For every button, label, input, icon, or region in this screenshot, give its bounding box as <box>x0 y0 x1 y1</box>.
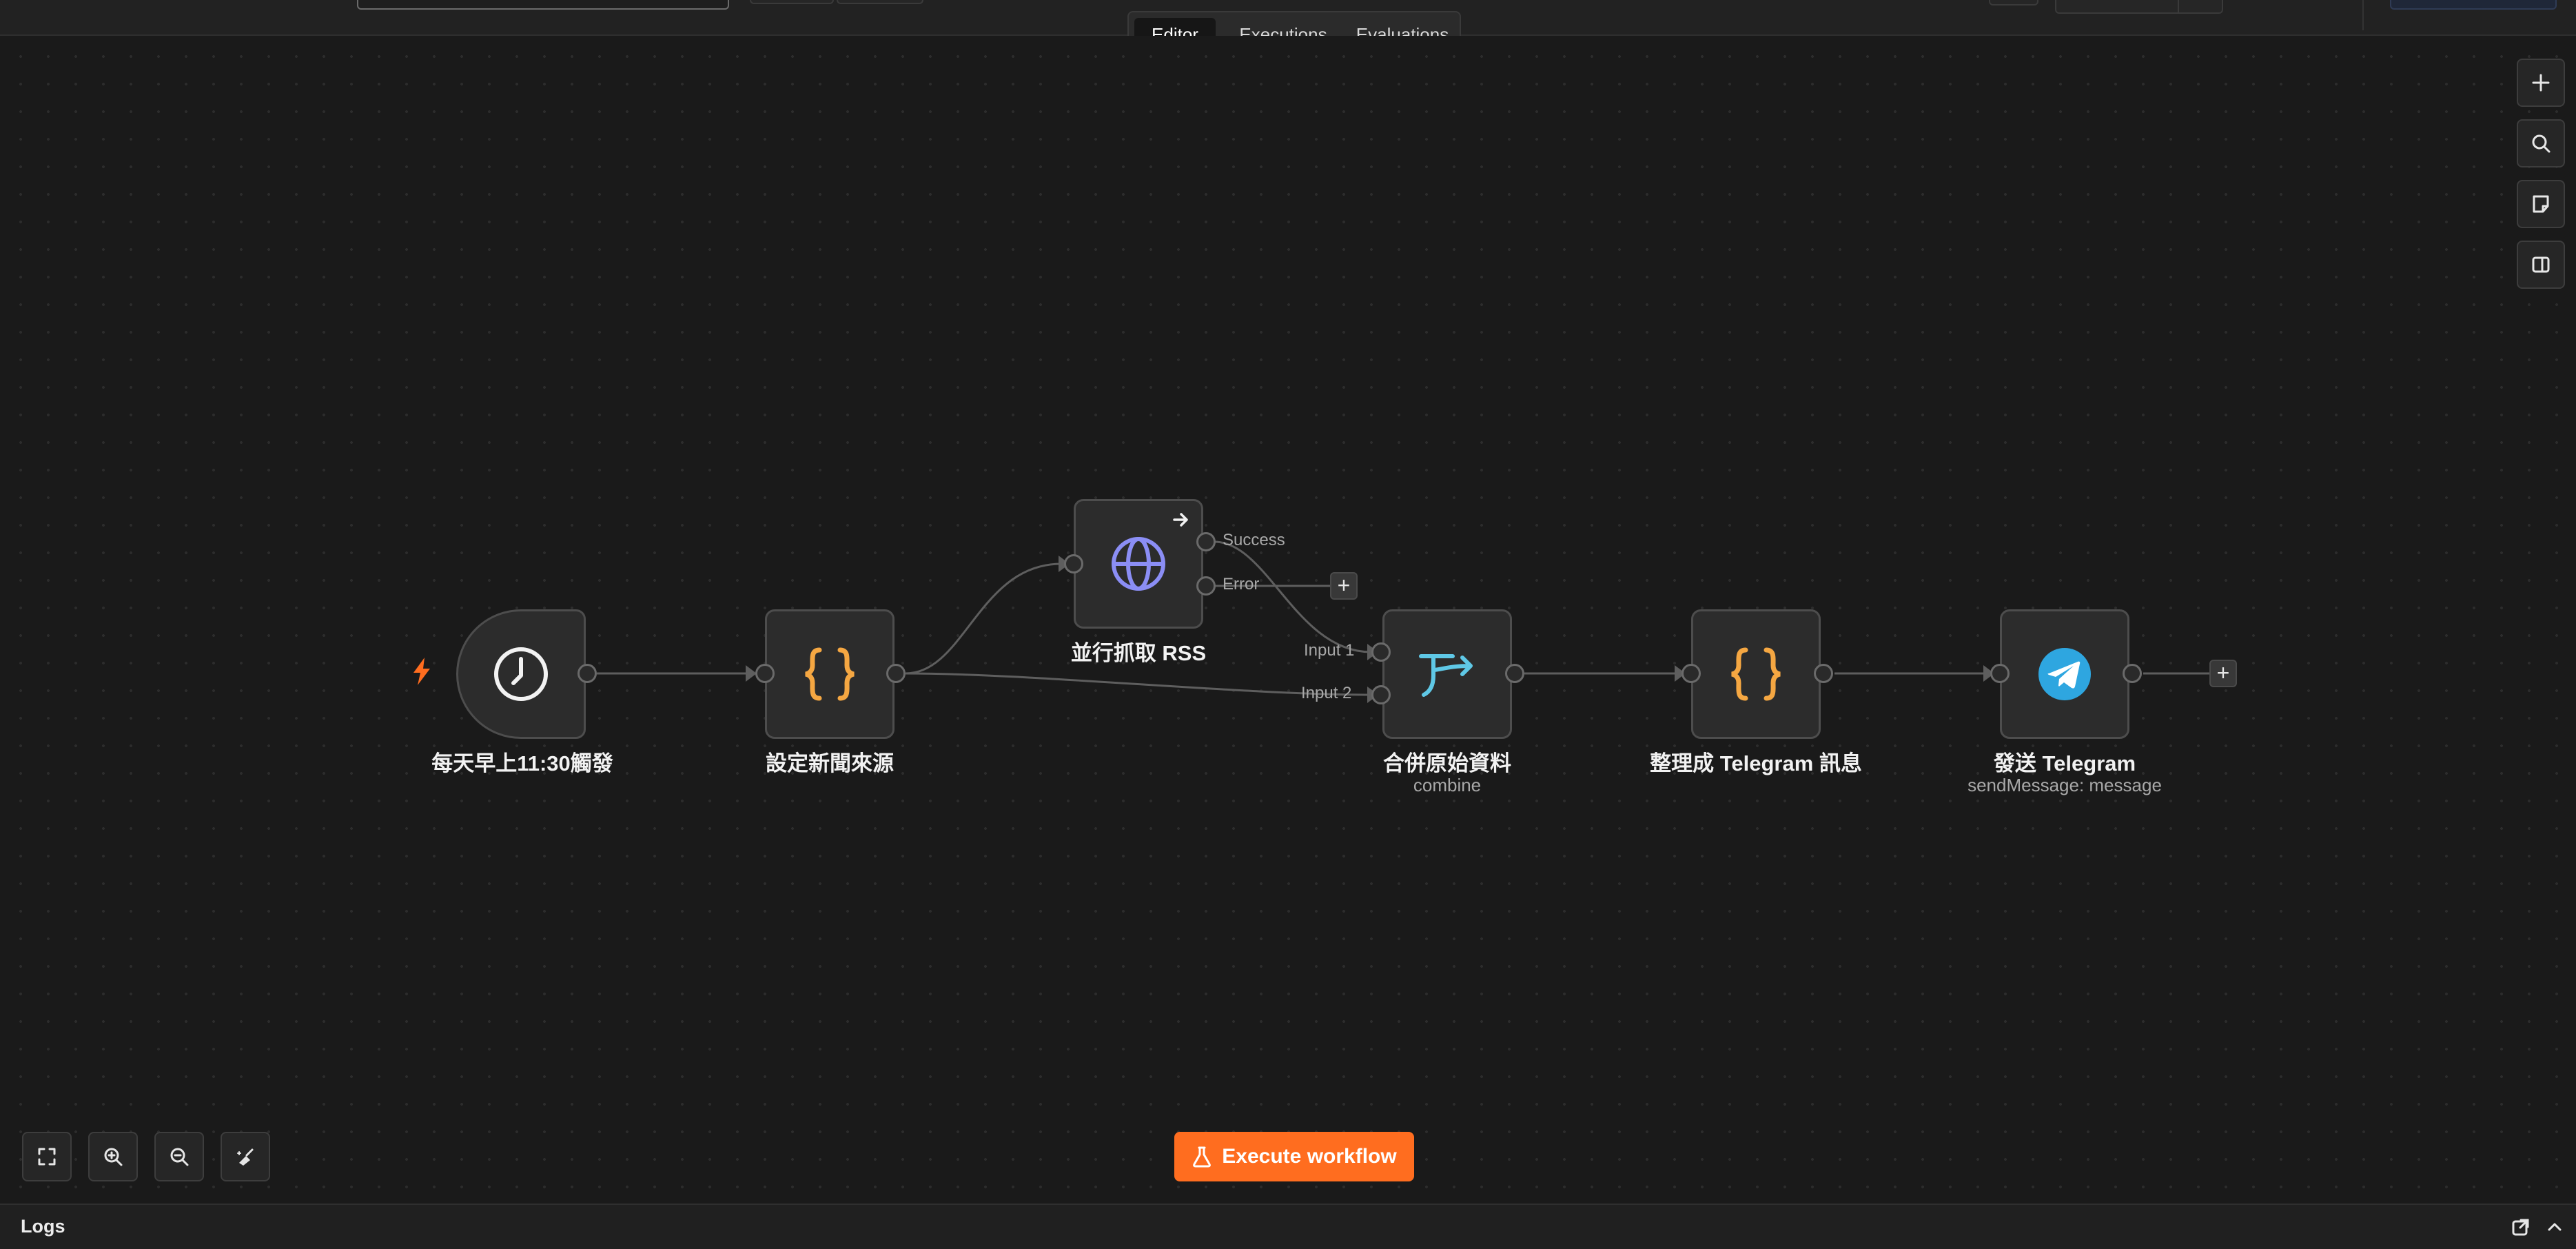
fit-view-icon <box>38 1148 56 1166</box>
add-node-button[interactable]: + <box>1330 572 1358 600</box>
zoom-out-button[interactable] <box>154 1132 204 1181</box>
clock-icon <box>494 647 548 701</box>
tidy-up-icon <box>237 1148 254 1166</box>
workflow-tag-button[interactable] <box>837 0 923 4</box>
input-handle[interactable] <box>1681 664 1701 683</box>
port-label-error: Error <box>1223 575 1260 593</box>
node-fetch-rss[interactable] <box>1074 499 1203 629</box>
add-node-button[interactable]: + <box>2209 660 2237 687</box>
pop-out-icon[interactable] <box>2511 1217 2531 1237</box>
flask-icon <box>1193 1146 1212 1168</box>
plus-icon: + <box>2216 660 2230 685</box>
input-handle-2[interactable] <box>1371 685 1391 704</box>
execute-workflow-label: Execute workflow <box>1222 1145 1397 1168</box>
node-format-telegram-message[interactable] <box>1691 609 1821 739</box>
zoom-in-icon <box>104 1148 123 1166</box>
node-label: 設定新聞來源 <box>766 751 894 775</box>
header-action-button[interactable] <box>1989 0 2038 6</box>
output-handle[interactable] <box>1814 664 1833 683</box>
output-handle[interactable] <box>886 664 906 683</box>
add-sticky-note-button[interactable] <box>2517 180 2565 228</box>
input-handle-1[interactable] <box>1371 642 1391 662</box>
fit-view-button[interactable] <box>22 1132 72 1181</box>
header-divider <box>2362 0 2364 30</box>
workflow-canvas[interactable]: 每天早上11:30觸發 設定新聞來源 Success Error + 並行抓取 … <box>0 36 2576 1204</box>
node-schedule-trigger[interactable] <box>456 609 586 739</box>
workflow-name-input[interactable] <box>357 0 729 10</box>
port-label-input-2: Input 2 <box>1301 684 1352 702</box>
output-handle[interactable] <box>577 664 597 683</box>
input-handle[interactable] <box>1990 664 2010 683</box>
node-merge-raw-data[interactable] <box>1382 609 1512 739</box>
code-braces-icon <box>805 647 855 701</box>
execute-workflow-button[interactable]: Execute workflow <box>1174 1132 1414 1181</box>
node-subtitle: sendMessage: message <box>1967 775 2162 795</box>
header-primary-button[interactable] <box>2390 0 2557 10</box>
globe-icon <box>1112 537 1165 591</box>
node-label: 並行抓取 RSS <box>1070 641 1207 665</box>
node-label: 發送 Telegram <box>1993 751 2136 775</box>
sticky-note-icon <box>2533 195 2549 213</box>
input-handle[interactable] <box>1064 554 1083 573</box>
output-handle-success[interactable] <box>1196 532 1216 551</box>
node-set-news-sources[interactable] <box>765 609 895 739</box>
toggle-panel-button[interactable] <box>2517 241 2565 289</box>
arrow-right-icon <box>1173 513 1188 527</box>
logs-title: Logs <box>21 1216 65 1237</box>
chevron-up-icon[interactable] <box>2546 1219 2564 1235</box>
output-handle[interactable] <box>2123 664 2142 683</box>
merge-icon <box>1419 654 1473 697</box>
logs-panel-bar[interactable]: Logs <box>0 1204 2576 1249</box>
port-label-success: Success <box>1223 531 1285 549</box>
zoom-out-icon <box>170 1148 189 1166</box>
tidy-up-button[interactable] <box>221 1132 270 1181</box>
output-handle[interactable] <box>1505 664 1524 683</box>
search-nodes-button[interactable] <box>2517 119 2565 167</box>
add-node-panel-button[interactable] <box>2517 59 2565 107</box>
panel-toggle-icon <box>2532 256 2550 273</box>
workflow-editor: Editor Executions Evaluations 每天早上11:30觸… <box>0 0 2576 1249</box>
search-icon <box>2532 134 2551 153</box>
code-braces-icon <box>1731 647 1781 701</box>
node-label: 每天早上11:30觸發 <box>431 751 613 775</box>
node-label: 整理成 Telegram 訊息 <box>1650 751 1862 775</box>
header-action-group[interactable] <box>2055 0 2223 14</box>
port-label-input-1: Input 1 <box>1304 641 1355 660</box>
zoom-in-button[interactable] <box>88 1132 138 1181</box>
connections-layer <box>597 540 2209 703</box>
plus-icon: + <box>1337 573 1351 598</box>
node-send-telegram[interactable] <box>2000 609 2129 739</box>
plus-icon <box>2532 74 2550 92</box>
node-label: 合併原始資料 <box>1383 751 1511 775</box>
trigger-bolt-icon <box>413 658 430 685</box>
telegram-icon <box>2038 648 2091 700</box>
input-handle[interactable] <box>755 664 775 683</box>
output-handle-error[interactable] <box>1196 576 1216 596</box>
workflow-tag-button[interactable] <box>750 0 834 4</box>
node-subtitle: combine <box>1413 775 1482 795</box>
